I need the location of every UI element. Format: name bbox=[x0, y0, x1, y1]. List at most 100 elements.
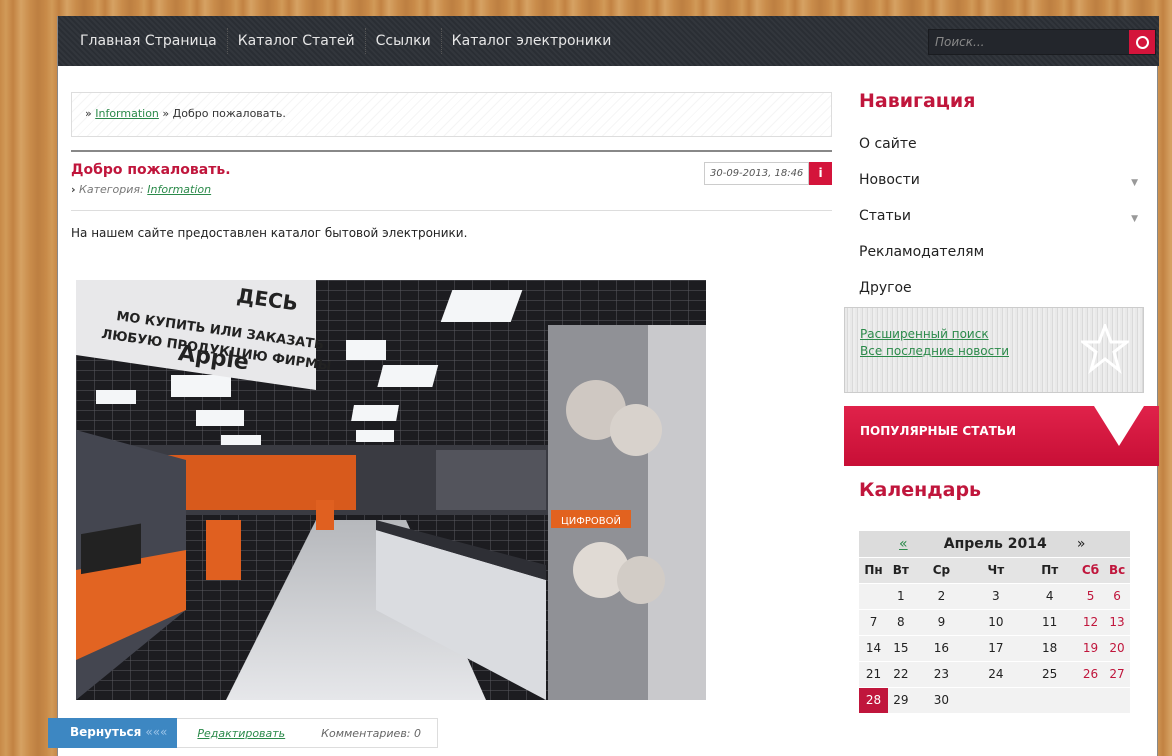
calendar-day[interactable]: 23 bbox=[913, 661, 970, 688]
calendar-day[interactable]: 21 bbox=[859, 661, 889, 688]
calendar-day[interactable]: 15 bbox=[888, 635, 914, 662]
calendar-day[interactable]: 12 bbox=[1076, 609, 1105, 636]
calendar-day[interactable]: 13 bbox=[1104, 609, 1130, 636]
back-button[interactable]: Вернуться ««« bbox=[48, 718, 178, 748]
search-links-box: Расширенный поиск Все последние новости bbox=[844, 307, 1144, 393]
search-box bbox=[928, 29, 1156, 55]
sidebar-item-label: Рекламодателям bbox=[859, 244, 985, 260]
search-input[interactable] bbox=[935, 33, 1120, 51]
calendar-day[interactable]: 2 bbox=[913, 583, 970, 610]
calendar-week-row: 123456 bbox=[859, 583, 1130, 610]
calendar-next-month[interactable]: » bbox=[1076, 531, 1130, 558]
calendar-week-row: 28 29 30 bbox=[859, 687, 1130, 714]
edit-link[interactable]: Редактировать bbox=[177, 718, 302, 748]
calendar-day[interactable]: 3 bbox=[969, 583, 1023, 610]
calendar-day[interactable]: 27 bbox=[1104, 661, 1130, 688]
sidebar-item-label: О сайте bbox=[859, 136, 917, 152]
article-date: 30-09-2013, 18:46 bbox=[704, 162, 809, 185]
calendar-day bbox=[859, 583, 889, 610]
article-actions: Вернуться ««« Редактировать Комментариев:… bbox=[48, 718, 438, 748]
article-info-button[interactable]: i bbox=[809, 162, 832, 185]
article-category: › Категория: Information bbox=[71, 183, 211, 196]
calendar-day[interactable]: 4 bbox=[1022, 583, 1077, 610]
calendar-day[interactable]: 9 bbox=[913, 609, 970, 636]
down-arrow-icon bbox=[1094, 406, 1144, 446]
calendar-day[interactable]: 24 bbox=[969, 661, 1023, 688]
nav-link-links[interactable]: Ссылки bbox=[366, 28, 442, 54]
latest-news-link[interactable]: Все последние новости bbox=[860, 344, 1009, 358]
navigation-heading: Навигация bbox=[859, 90, 976, 112]
weekday-label: Пн bbox=[859, 557, 889, 584]
calendar-day[interactable]: 8 bbox=[888, 609, 914, 636]
calendar-day[interactable]: 17 bbox=[969, 635, 1023, 662]
back-label: Вернуться bbox=[70, 725, 142, 739]
popular-articles-banner[interactable]: ПОПУЛЯРНЫЕ СТАТЬИ bbox=[844, 406, 1159, 466]
calendar-day[interactable]: 25 bbox=[1022, 661, 1077, 688]
sidebar-item-label: Другое bbox=[859, 280, 912, 296]
weekday-label: Вт bbox=[888, 557, 914, 584]
advanced-search-link[interactable]: Расширенный поиск bbox=[860, 327, 989, 341]
calendar-day[interactable]: 6 bbox=[1104, 583, 1130, 610]
comments-count[interactable]: Комментариев: 0 bbox=[301, 718, 438, 748]
calendar-day[interactable]: 19 bbox=[1076, 635, 1105, 662]
search-button[interactable] bbox=[1129, 30, 1155, 54]
calendar-month-title: Апрель 2014 bbox=[913, 531, 1077, 558]
breadcrumb-sep: » bbox=[162, 107, 170, 120]
calendar-day[interactable]: 16 bbox=[913, 635, 970, 662]
top-nav-menu: Главная Страница Каталог Статей Ссылки К… bbox=[70, 28, 621, 54]
sidebar-item-label: Статьи bbox=[859, 208, 912, 224]
calendar-prev-month[interactable]: « bbox=[899, 536, 908, 552]
calendar-heading: Календарь bbox=[859, 479, 982, 501]
breadcrumb: » Information » Добро пожаловать. bbox=[71, 92, 832, 137]
calendar-day[interactable]: 29 bbox=[888, 687, 914, 714]
calendar: « Апрель 2014 » Пн Вт Ср Чт Пт Сб Вс 123… bbox=[859, 531, 1130, 714]
calendar-day[interactable]: 7 bbox=[859, 609, 889, 636]
star-logo-icon bbox=[1081, 324, 1129, 374]
calendar-day[interactable]: 11 bbox=[1022, 609, 1077, 636]
breadcrumb-current: Добро пожаловать. bbox=[172, 107, 286, 120]
nav-link-electronics[interactable]: Каталог электроники bbox=[442, 28, 622, 54]
calendar-week-row: 7 8 9 10 11 12 13 bbox=[859, 609, 1130, 636]
sidebar-item-about[interactable]: О сайте bbox=[859, 128, 1144, 164]
sidebar-item-advertisers[interactable]: Рекламодателям bbox=[859, 236, 1144, 272]
sidebar-item-label: Новости bbox=[859, 172, 920, 188]
article-title[interactable]: Добро пожаловать. bbox=[71, 162, 231, 178]
category-link[interactable]: Information bbox=[147, 183, 211, 196]
calendar-day[interactable]: 28 bbox=[859, 687, 889, 714]
calendar-day[interactable]: 10 bbox=[969, 609, 1023, 636]
calendar-day[interactable]: 14 bbox=[859, 635, 889, 662]
breadcrumb-sep: » bbox=[85, 107, 92, 120]
store-photo-illustration: ДЕСЬ МО КУПИТЬ ИЛИ ЗАКАЗАТЬ ЛЮБУЮ ПРОДУК… bbox=[76, 280, 706, 700]
calendar-day[interactable]: 5 bbox=[1076, 583, 1105, 610]
sidebar-item-other[interactable]: Другое bbox=[859, 272, 1144, 308]
popular-articles-title: ПОПУЛЯРНЫЕ СТАТЬИ bbox=[860, 424, 1017, 438]
divider bbox=[71, 210, 832, 211]
calendar-day[interactable]: 26 bbox=[1076, 661, 1105, 688]
calendar-day[interactable]: 22 bbox=[888, 661, 914, 688]
calendar-week-row: 14 15 16 17 18 19 20 bbox=[859, 635, 1130, 662]
calendar-week-row: 21 22 23 24 25 26 27 bbox=[859, 661, 1130, 688]
calendar-day bbox=[1022, 687, 1077, 714]
chevron-down-icon: ▼ bbox=[1131, 214, 1138, 224]
calendar-day bbox=[969, 687, 1023, 714]
article-photo: ДЕСЬ МО КУПИТЬ ИЛИ ЗАКАЗАТЬ ЛЮБУЮ ПРОДУК… bbox=[76, 280, 706, 700]
weekday-label: Ср bbox=[913, 557, 970, 584]
breadcrumb-link-information[interactable]: Information bbox=[95, 107, 159, 120]
calendar-day[interactable]: 30 bbox=[913, 687, 970, 714]
chevron-down-icon: ▼ bbox=[1131, 178, 1138, 188]
photo-text: ЦИФРОВОЙ bbox=[561, 514, 621, 527]
calendar-day bbox=[1076, 687, 1105, 714]
calendar-day[interactable]: 20 bbox=[1104, 635, 1130, 662]
nav-link-home[interactable]: Главная Страница bbox=[70, 28, 228, 54]
sidebar-item-articles[interactable]: Статьи ▼ bbox=[859, 200, 1144, 236]
sidebar-item-news[interactable]: Новости ▼ bbox=[859, 164, 1144, 200]
calendar-weeks: 1 2 3 4 5 6 7 8 9 10 11 12 13 14 15 16 17 18 19 20 21 22 23 24 2… bbox=[859, 583, 1130, 714]
calendar-day[interactable]: 1 bbox=[888, 583, 914, 610]
calendar-day[interactable]: 18 bbox=[1022, 635, 1077, 662]
search-icon bbox=[1135, 35, 1149, 49]
weekday-label: Чт bbox=[969, 557, 1023, 584]
weekday-label: Сб bbox=[1076, 557, 1105, 584]
category-label: Категория: bbox=[79, 183, 144, 196]
nav-link-articles[interactable]: Каталог Статей bbox=[228, 28, 366, 54]
chevron-right-icon: › bbox=[71, 183, 76, 196]
